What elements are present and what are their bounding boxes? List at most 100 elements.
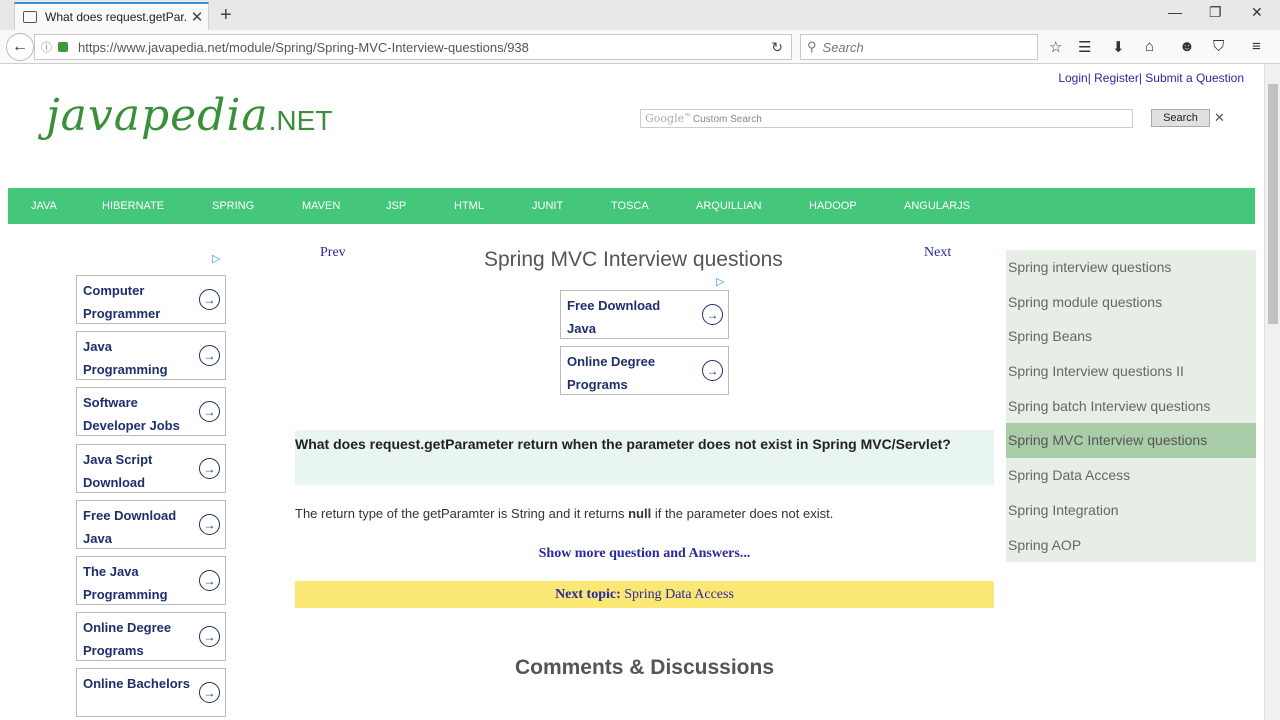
chat-icon[interactable]: ☻	[1179, 38, 1195, 55]
browser-search-input[interactable]: ⚲ Search	[800, 34, 1038, 60]
tab-title: What does request.getPar...	[45, 10, 186, 24]
reading-list-icon[interactable]: ☰	[1078, 38, 1091, 56]
left-ad-4[interactable]: Java Script Download →	[76, 444, 226, 493]
logo-suffix: .NET	[268, 105, 333, 136]
menu-item-tosca[interactable]: TOSCA	[611, 200, 649, 212]
address-bar[interactable]: ⓘ https://www.javapedia.net/module/Sprin…	[34, 34, 792, 60]
arrow-right-icon: →	[199, 401, 220, 422]
register-link[interactable]: Register	[1094, 71, 1139, 85]
arrow-right-icon: →	[199, 514, 220, 535]
adchoices-icon[interactable]: ▷	[716, 275, 724, 288]
main-menu: JAVA HIBERNATE SPRING MAVEN JSP HTML JUN…	[8, 188, 1255, 224]
sidebar-item-spring-beans[interactable]: Spring Beans	[1006, 319, 1256, 354]
logo-main: javapedia	[46, 90, 269, 141]
lock-icon	[58, 42, 68, 52]
next-topic-label: Next topic:	[555, 587, 621, 602]
page-content: Login| Register| Submit a Question javap…	[0, 64, 1264, 720]
menu-item-html[interactable]: HTML	[454, 200, 484, 212]
back-arrow-icon[interactable]: ←	[6, 33, 34, 61]
arrow-right-icon: →	[199, 570, 220, 591]
info-icon[interactable]: ⓘ	[41, 39, 52, 55]
download-icon[interactable]: ⬇	[1112, 38, 1125, 56]
menu-item-arquillian[interactable]: ARQUILLIAN	[696, 200, 761, 212]
home-icon[interactable]: ⌂	[1145, 38, 1154, 55]
minimize-icon[interactable]: —	[1168, 4, 1182, 20]
arrow-right-icon: →	[702, 304, 723, 325]
menu-item-junit[interactable]: JUNIT	[532, 200, 563, 212]
sidebar-item-spring-data-access[interactable]: Spring Data Access	[1006, 458, 1256, 493]
left-ad-5[interactable]: Free Download Java →	[76, 500, 226, 549]
left-ad-8[interactable]: Online Bachelors →	[76, 668, 226, 717]
site-search-input[interactable]: Google™ Custom Search	[640, 109, 1133, 128]
ad-label: Software Developer Jobs	[83, 395, 180, 433]
left-ad-6[interactable]: The Java Programming →	[76, 556, 226, 605]
site-logo[interactable]: javapedia.NET	[46, 90, 332, 141]
sidebar-item-spring-integration[interactable]: Spring Integration	[1006, 493, 1256, 528]
next-link[interactable]: Next	[924, 245, 951, 261]
submit-question-link[interactable]: Submit a Question	[1145, 71, 1244, 85]
answer-text: The return type of the getParamter is St…	[295, 506, 833, 521]
sidebar-item-spring-mvc[interactable]: Spring MVC Interview questions	[1006, 423, 1256, 459]
next-topic-link[interactable]: Spring Data Access	[624, 587, 734, 602]
sidebar-item-spring-interview-2[interactable]: Spring Interview questions II	[1006, 354, 1256, 389]
reload-icon[interactable]: ↻	[771, 39, 783, 56]
page-icon	[23, 11, 37, 23]
tab-close-icon[interactable]: ✕	[186, 8, 208, 26]
sidebar-item-spring-module[interactable]: Spring module questions	[1006, 285, 1256, 320]
menu-item-spring[interactable]: SPRING	[212, 200, 254, 212]
topic-sidebar: Spring interview questions Spring module…	[1006, 250, 1256, 563]
menu-item-maven[interactable]: MAVEN	[302, 200, 340, 212]
arrow-right-icon: →	[199, 458, 220, 479]
arrow-right-icon: →	[199, 626, 220, 647]
left-ad-7[interactable]: Online Degree Programs →	[76, 612, 226, 661]
ad-label: Online Bachelors	[83, 676, 190, 691]
login-link[interactable]: Login	[1058, 71, 1087, 85]
answer-pre: The return type of the getParamter is St…	[295, 506, 629, 521]
scrollbar[interactable]	[1264, 64, 1280, 720]
scrollbar-thumb[interactable]	[1268, 84, 1278, 324]
center-ad-1[interactable]: Free Download Java →	[560, 290, 729, 339]
search-icon: ⚲	[807, 39, 817, 54]
ad-label: Free Download Java	[83, 508, 177, 546]
page-title: Spring MVC Interview questions	[484, 248, 783, 271]
search-button[interactable]: Search	[1151, 109, 1210, 127]
bookmark-star-icon[interactable]: ☆	[1049, 38, 1062, 56]
ad-label: Java Programming	[83, 339, 168, 377]
window-close-icon[interactable]: ✕	[1251, 4, 1263, 21]
question-box: What does request.getParameter return wh…	[295, 430, 994, 485]
tab-bar: What does request.getPar... ✕ + — ❐ ✕	[0, 0, 1280, 30]
url-text: https://www.javapedia.net/module/Spring/…	[78, 39, 529, 55]
site-search-placeholder: Custom Search	[692, 114, 762, 125]
nav-bar: ← ⓘ https://www.javapedia.net/module/Spr…	[0, 30, 1280, 64]
left-ad-1[interactable]: Computer Programmer →	[76, 275, 226, 324]
show-more-link[interactable]: Show more question and Answers...	[295, 546, 994, 562]
ad-label: The Java Programming	[83, 564, 168, 602]
menu-item-hibernate[interactable]: HIBERNATE	[102, 200, 164, 212]
restore-icon[interactable]: ❐	[1209, 4, 1222, 21]
sidebar-item-spring-batch[interactable]: Spring batch Interview questions	[1006, 389, 1256, 424]
menu-item-jsp[interactable]: JSP	[386, 200, 406, 212]
answer-bold: null	[628, 506, 652, 521]
ad-label: Computer Programmer	[83, 283, 161, 321]
center-ad-2[interactable]: Online Degree Programs →	[560, 346, 729, 395]
left-ad-3[interactable]: Software Developer Jobs →	[76, 387, 226, 436]
left-ad-2[interactable]: Java Programming →	[76, 331, 226, 380]
sidebar-item-spring-interview[interactable]: Spring interview questions	[1006, 250, 1256, 285]
clear-search-icon[interactable]: ✕	[1214, 110, 1225, 126]
account-links: Login| Register| Submit a Question	[1058, 71, 1244, 85]
pocket-icon[interactable]: ⛉	[1213, 38, 1224, 55]
menu-icon[interactable]: ≡	[1252, 38, 1261, 55]
adchoices-icon[interactable]: ▷	[212, 252, 220, 265]
menu-item-hadoop[interactable]: HADOOP	[809, 200, 857, 212]
sidebar-item-spring-aop[interactable]: Spring AOP	[1006, 528, 1256, 563]
ad-label: Online Degree Programs	[83, 620, 172, 658]
new-tab-icon[interactable]: +	[220, 4, 232, 27]
arrow-right-icon: →	[199, 289, 220, 310]
menu-item-java[interactable]: JAVA	[31, 200, 57, 212]
next-topic-bar: Next topic: Spring Data Access	[295, 581, 994, 608]
ad-label: Online Degree Programs	[567, 354, 656, 392]
browser-tab[interactable]: What does request.getPar... ✕	[14, 2, 209, 30]
menu-item-angularjs[interactable]: ANGULARJS	[904, 200, 970, 212]
question-text: What does request.getParameter return wh…	[295, 436, 951, 452]
prev-link[interactable]: Prev	[320, 245, 346, 261]
